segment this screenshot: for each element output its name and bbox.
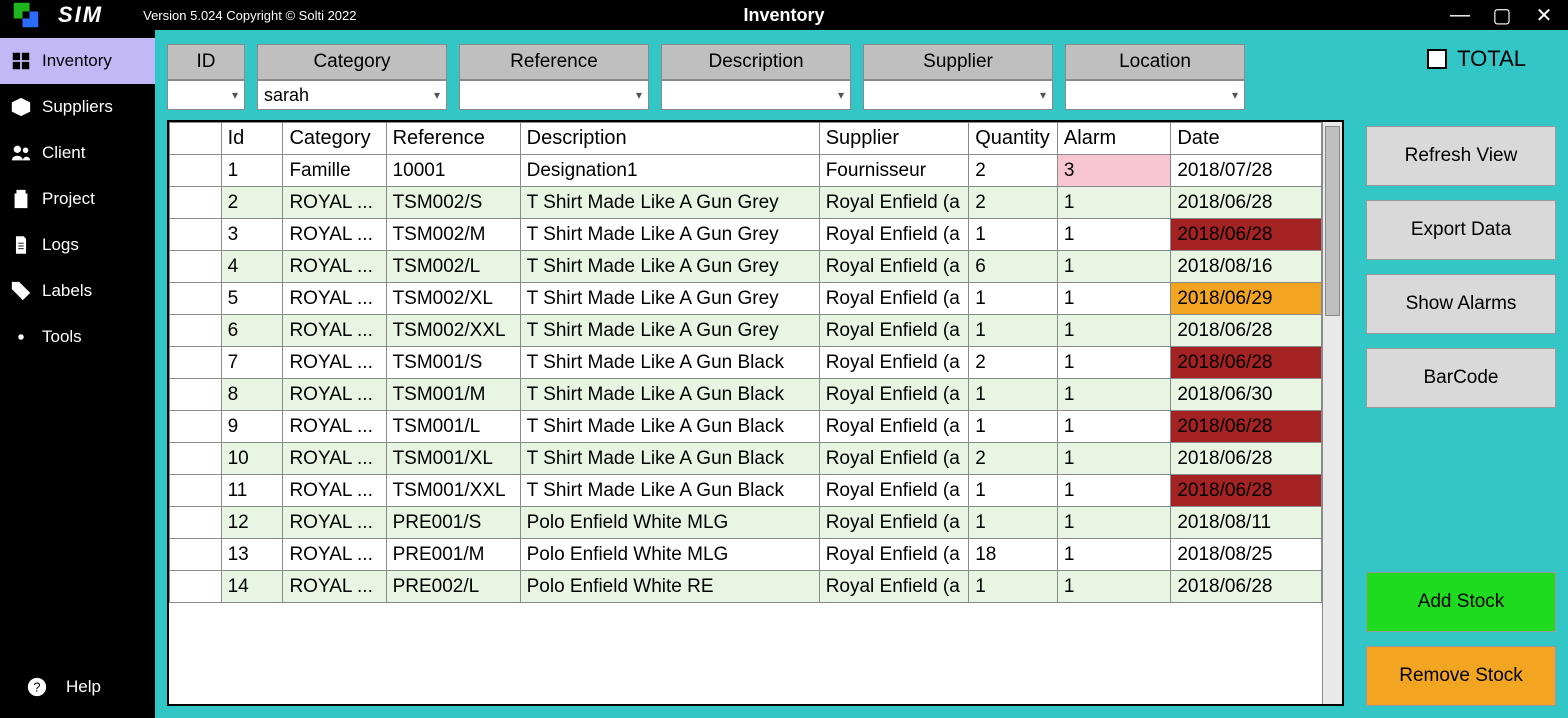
filter-category-dropdown[interactable]: sarah▾ [257, 80, 447, 110]
show-alarms-button[interactable]: Show Alarms [1366, 274, 1556, 334]
page-title: Inventory [743, 5, 824, 26]
col-reference[interactable]: Reference [386, 123, 520, 155]
filter-head-reference: Reference [459, 44, 649, 80]
col-category[interactable]: Category [283, 123, 386, 155]
table-row[interactable]: 2ROYAL ...TSM002/ST Shirt Made Like A Gu… [170, 187, 1322, 219]
title-bar: SIM Version 5.024 Copyright © Solti 2022… [0, 0, 1568, 30]
col-supplier[interactable]: Supplier [819, 123, 969, 155]
filter-head-description: Description [661, 44, 851, 80]
chevron-down-icon: ▾ [1040, 88, 1046, 102]
table-row[interactable]: 13ROYAL ...PRE001/MPolo Enfield White ML… [170, 539, 1322, 571]
filter-supplier: Supplier ▾ [863, 44, 1053, 110]
minimize-icon[interactable]: — [1448, 3, 1472, 27]
svg-text:?: ? [33, 680, 40, 695]
table-row[interactable]: 12ROYAL ...PRE001/SPolo Enfield White ML… [170, 507, 1322, 539]
file-icon [10, 234, 32, 256]
table-row[interactable]: 3ROYAL ...TSM002/MT Shirt Made Like A Gu… [170, 219, 1322, 251]
package-icon [10, 96, 32, 118]
version-text: Version 5.024 Copyright © Solti 2022 [143, 8, 356, 23]
col-alarm[interactable]: Alarm [1057, 123, 1170, 155]
add-stock-button[interactable]: Add Stock [1366, 572, 1556, 632]
app-logo-icon [6, 0, 46, 30]
help-icon: ? [24, 674, 50, 700]
total-label: TOTAL [1457, 46, 1526, 72]
filter-reference: Reference ▾ [459, 44, 649, 110]
boxes-icon [10, 50, 32, 72]
clipboard-icon [10, 188, 32, 210]
filter-head-id: ID [167, 44, 245, 80]
filter-location: Location ▾ [1065, 44, 1245, 110]
table-scrollbar[interactable] [1322, 122, 1342, 704]
filter-category: Category sarah▾ [257, 44, 447, 110]
table-row[interactable]: 6ROYAL ...TSM002/XXLT Shirt Made Like A … [170, 315, 1322, 347]
table-header-row: Id Category Reference Description Suppli… [170, 123, 1322, 155]
filter-id-dropdown[interactable]: ▾ [167, 80, 245, 110]
filter-reference-dropdown[interactable]: ▾ [459, 80, 649, 110]
refresh-view-button[interactable]: Refresh View [1366, 126, 1556, 186]
table-row[interactable]: 4ROYAL ...TSM002/LT Shirt Made Like A Gu… [170, 251, 1322, 283]
row-header-blank [170, 123, 222, 155]
table-row[interactable]: 7ROYAL ...TSM001/ST Shirt Made Like A Gu… [170, 347, 1322, 379]
table-row[interactable]: 11ROYAL ...TSM001/XXLT Shirt Made Like A… [170, 475, 1322, 507]
action-buttons: Refresh View Export Data Show Alarms Bar… [1366, 120, 1556, 706]
sidebar-item-label: Inventory [42, 51, 112, 71]
sidebar-item-inventory[interactable]: Inventory [0, 38, 155, 84]
sidebar-item-label: Project [42, 189, 95, 209]
checkbox-icon[interactable] [1427, 49, 1447, 69]
table-row[interactable]: 9ROYAL ...TSM001/LT Shirt Made Like A Gu… [170, 411, 1322, 443]
filter-bar: ID ▾ Category sarah▾ Reference ▾ Descrip… [167, 40, 1556, 112]
sidebar-item-help[interactable]: ? Help [0, 674, 155, 700]
chevron-down-icon: ▾ [1232, 88, 1238, 102]
chevron-down-icon: ▾ [636, 88, 642, 102]
scrollbar-thumb[interactable] [1325, 126, 1340, 316]
total-toggle[interactable]: TOTAL [1427, 44, 1556, 72]
filter-location-dropdown[interactable]: ▾ [1065, 80, 1245, 110]
col-description[interactable]: Description [520, 123, 819, 155]
sidebar-item-logs[interactable]: Logs [0, 222, 155, 268]
sidebar-item-label: Help [66, 677, 101, 697]
table-row[interactable]: 1Famille10001Designation1Fournisseur2320… [170, 155, 1322, 187]
content-area: ID ▾ Category sarah▾ Reference ▾ Descrip… [155, 30, 1568, 718]
close-icon[interactable]: ✕ [1532, 3, 1556, 27]
inventory-table: Id Category Reference Description Suppli… [167, 120, 1344, 706]
filter-supplier-dropdown[interactable]: ▾ [863, 80, 1053, 110]
filter-head-supplier: Supplier [863, 44, 1053, 80]
sidebar-item-label: Logs [42, 235, 79, 255]
filter-id: ID ▾ [167, 44, 245, 110]
sidebar-item-label: Client [42, 143, 85, 163]
sidebar-item-suppliers[interactable]: Suppliers [0, 84, 155, 130]
sidebar-item-labels[interactable]: Labels [0, 268, 155, 314]
tags-icon [10, 280, 32, 302]
filter-head-category: Category [257, 44, 447, 80]
table-row[interactable]: 8ROYAL ...TSM001/MT Shirt Made Like A Gu… [170, 379, 1322, 411]
sidebar: Inventory Suppliers Client Project Logs … [0, 30, 155, 718]
sidebar-item-project[interactable]: Project [0, 176, 155, 222]
filter-description: Description ▾ [661, 44, 851, 110]
sidebar-item-label: Labels [42, 281, 92, 301]
export-data-button[interactable]: Export Data [1366, 200, 1556, 260]
sidebar-item-label: Tools [42, 327, 82, 347]
table-row[interactable]: 14ROYAL ...PRE002/LPolo Enfield White RE… [170, 571, 1322, 603]
col-date[interactable]: Date [1171, 123, 1322, 155]
maximize-icon[interactable]: ▢ [1490, 3, 1514, 27]
col-quantity[interactable]: Quantity [969, 123, 1058, 155]
gear-icon [10, 326, 32, 348]
app-title: SIM [58, 2, 103, 28]
table-row[interactable]: 10ROYAL ...TSM001/XLT Shirt Made Like A … [170, 443, 1322, 475]
col-id[interactable]: Id [221, 123, 283, 155]
remove-stock-button[interactable]: Remove Stock [1366, 646, 1556, 706]
table-row[interactable]: 5ROYAL ...TSM002/XLT Shirt Made Like A G… [170, 283, 1322, 315]
sidebar-item-client[interactable]: Client [0, 130, 155, 176]
chevron-down-icon: ▾ [434, 88, 440, 102]
chevron-down-icon: ▾ [232, 88, 238, 102]
chevron-down-icon: ▾ [838, 88, 844, 102]
users-icon [10, 142, 32, 164]
sidebar-item-label: Suppliers [42, 97, 113, 117]
filter-description-dropdown[interactable]: ▾ [661, 80, 851, 110]
filter-head-location: Location [1065, 44, 1245, 80]
barcode-button[interactable]: BarCode [1366, 348, 1556, 408]
sidebar-item-tools[interactable]: Tools [0, 314, 155, 360]
